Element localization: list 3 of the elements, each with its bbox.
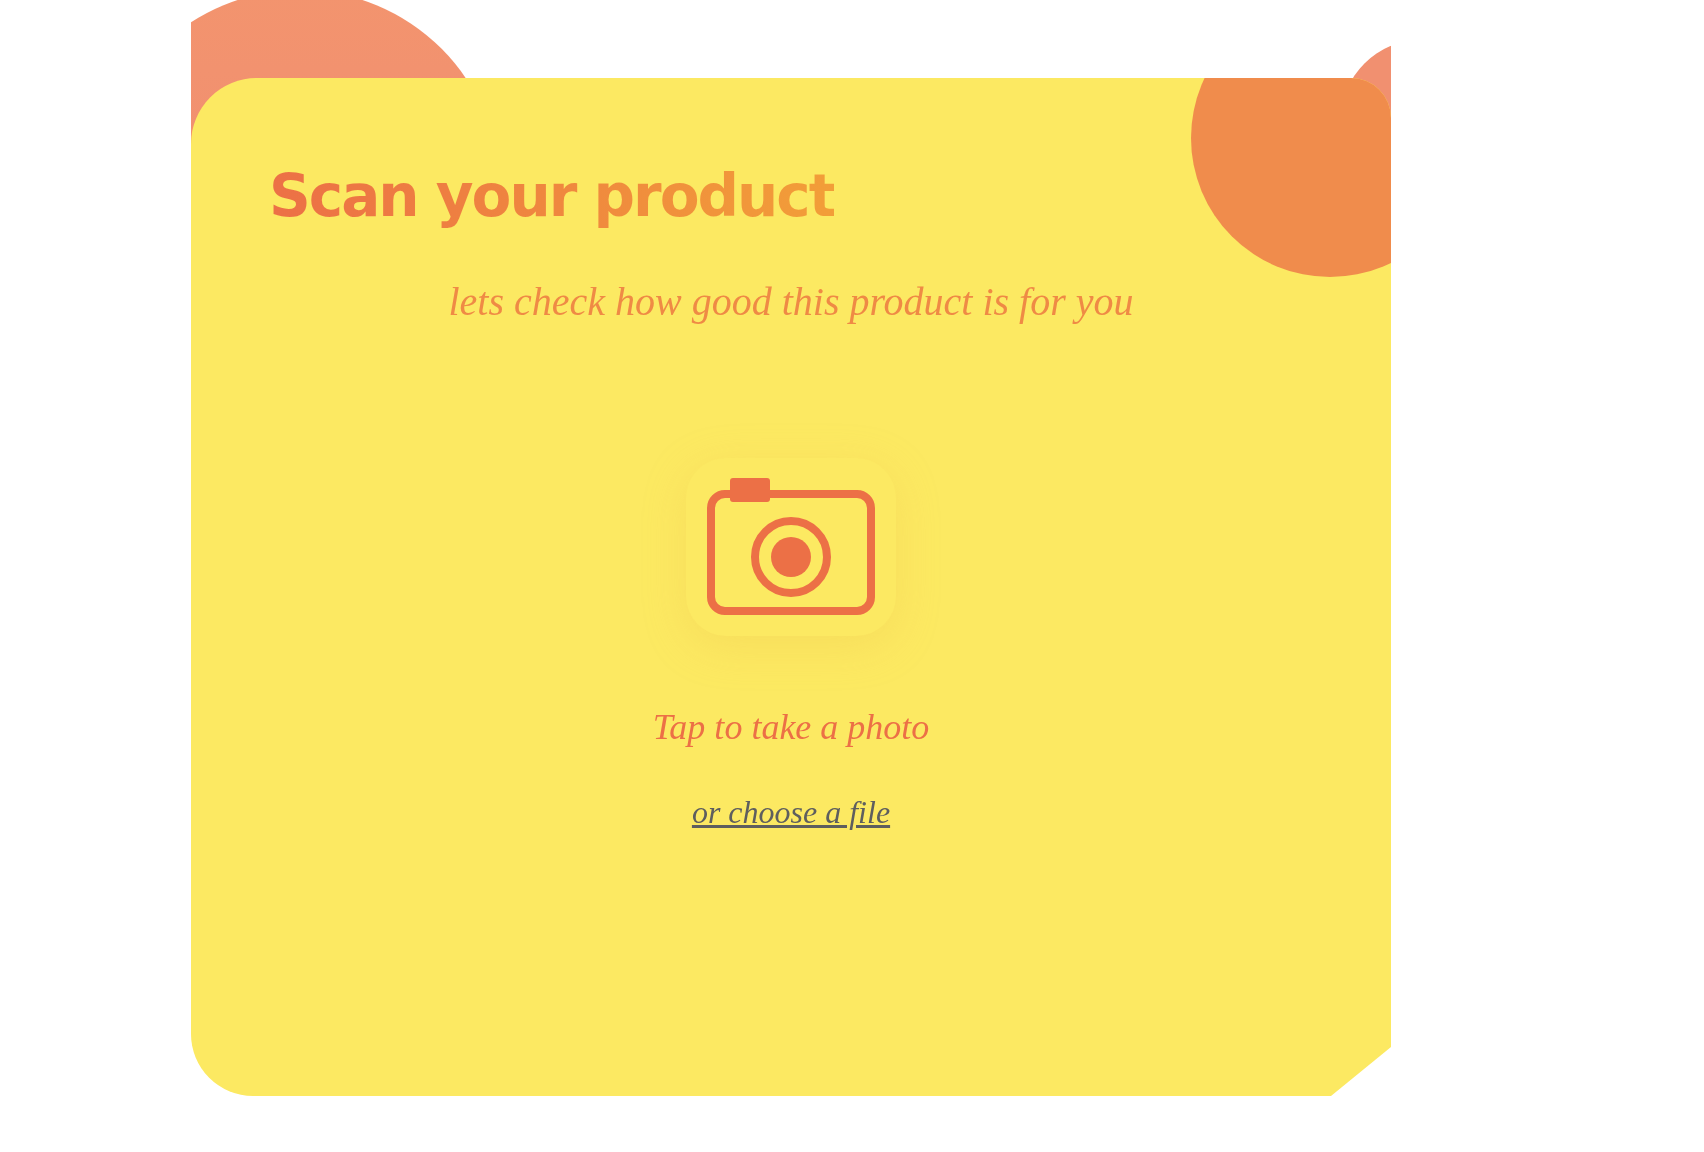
camera-icon[interactable] xyxy=(706,477,876,616)
choose-file-link[interactable]: or choose a file xyxy=(691,792,891,832)
subtitle: lets check how good this product is for you xyxy=(448,277,1134,326)
